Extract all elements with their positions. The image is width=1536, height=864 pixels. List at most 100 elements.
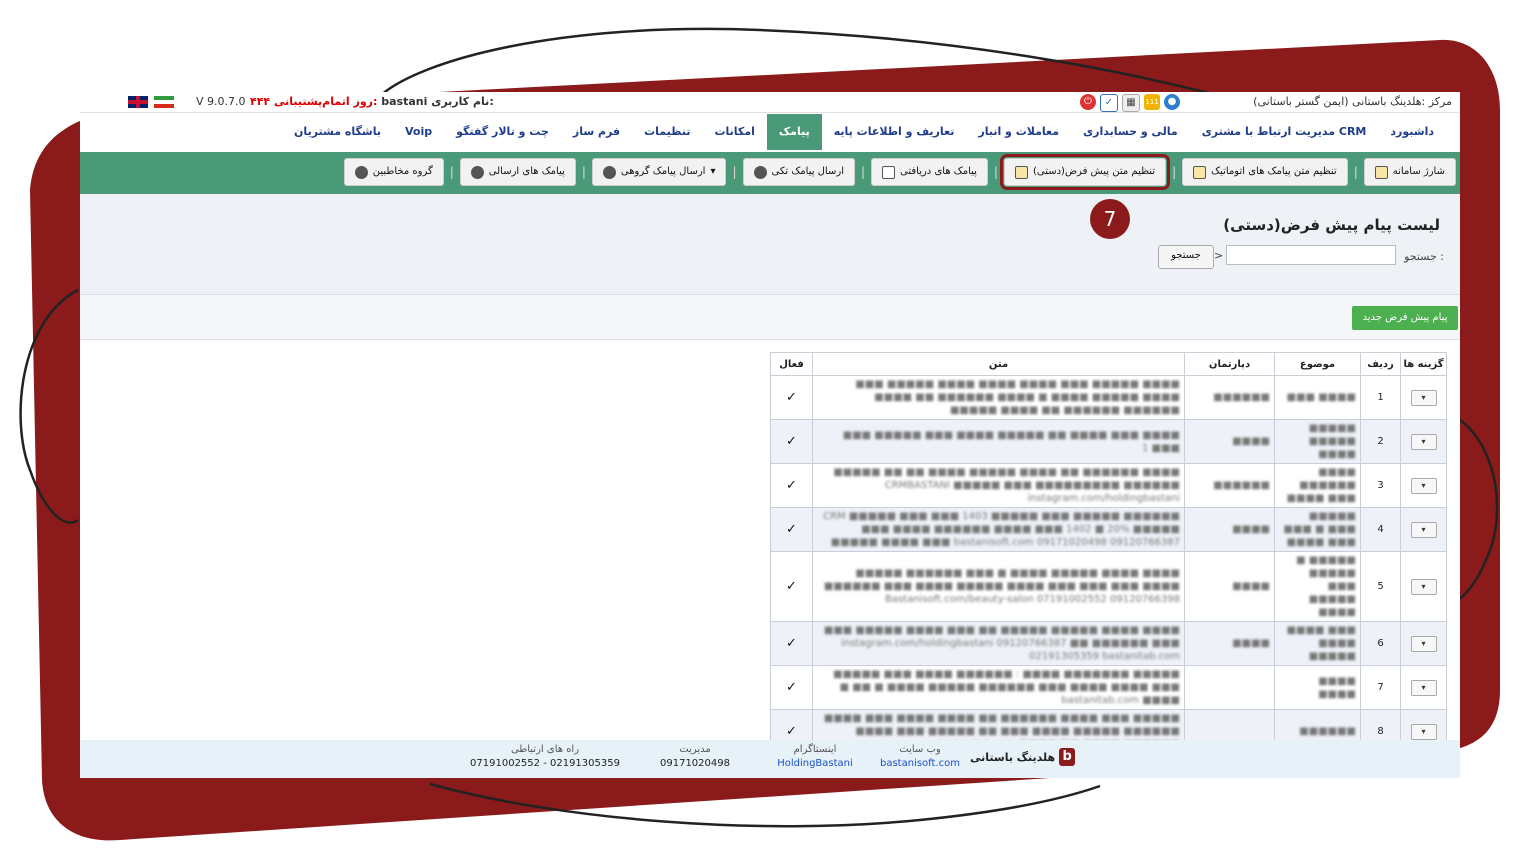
search-button[interactable]: جستجو: [1158, 245, 1214, 269]
row-department: ■■■■■■: [1184, 463, 1275, 508]
menu-basic-info[interactable]: تعاریف و اطلاعات پایه: [822, 114, 967, 150]
inbox-icon: [882, 165, 896, 179]
row-active-check: ✓: [770, 507, 813, 552]
row-options-dropdown[interactable]: ▾: [1410, 477, 1437, 494]
instagram-link[interactable]: HoldingBastani: [770, 758, 860, 769]
row-subject: ■■■■ ■■■■: [1274, 665, 1361, 710]
row-department: ■■■■: [1184, 507, 1275, 552]
separator: |: [449, 165, 454, 179]
main-menu: داشبورد مدیریت ارتباط با مشتری CRM مالی …: [80, 114, 1460, 150]
row-subject: ■■■■ ■■■: [1274, 375, 1361, 420]
username-label: نام کاربری:: [431, 95, 494, 108]
search-input[interactable]: [1226, 245, 1396, 265]
table-row: ▾ 7 ■■■■ ■■■■ ■■■■■ ■■■■■■■ ■■■■ : ■■■■■■ ■…: [770, 665, 1447, 710]
row-text: ■■■■ ■■■■ ■■■■■ ■■■■■ ■■ ■■■ ■■■■ ■■■■■ …: [812, 621, 1185, 666]
dropdown-caret-icon: ▾: [710, 166, 716, 177]
checklist-icon[interactable]: ✓: [1100, 94, 1118, 112]
menu-inventory[interactable]: معاملات و انبار: [966, 114, 1071, 150]
send-single-sms-label: ارسال پیامک تکی: [771, 166, 844, 177]
auto-sms-text-button[interactable]: تنظیم متن پیامک های اتوماتیک: [1182, 158, 1348, 186]
menu-chat[interactable]: چت و تالار گفتگو: [444, 114, 561, 150]
menu-dashboard[interactable]: داشبورد: [1378, 114, 1446, 150]
row-number: 2: [1360, 419, 1401, 464]
iran-flag-icon[interactable]: [154, 96, 174, 108]
menu-form-builder[interactable]: فرم ساز: [561, 114, 632, 150]
menu-voip[interactable]: Voip: [393, 114, 444, 150]
users-icon: [602, 165, 616, 179]
row-message-text: ■■■■ ■■■■■■ ■■ ■■■■ ■■■■■ ■■■■ ■■ ■■ ■■■…: [833, 467, 1180, 504]
row-active-check: ✓: [770, 463, 813, 508]
user-icon: [470, 165, 484, 179]
app-version: V 9.0.7.0: [196, 95, 246, 108]
contact-groups-button[interactable]: گروه مخاطبین: [343, 158, 444, 186]
footer-instagram: اینستاگرام HoldingBastani: [770, 744, 860, 769]
username: bastani: [381, 95, 428, 108]
row-subject-text: ■■■■■ ■■■ ■ ■■■ ■■■ ■■■■: [1283, 511, 1357, 548]
row-active-check: ✓: [770, 665, 813, 710]
row-message-text: ■■■■ ■■■■ ■■■■■ ■■■■■ ■■ ■■■ ■■■■ ■■■■■ …: [823, 625, 1180, 662]
row-options-dropdown[interactable]: ▾: [1410, 723, 1437, 740]
table-row: ▾ 3 ■■■■ ■■■■■■ ■■■ ■■■■ ■■■■■■ ■■■■ ■■■■■■ …: [770, 463, 1447, 508]
row-department: ■■■■: [1184, 621, 1275, 666]
management-label: مدیریت: [679, 744, 711, 755]
power-icon[interactable]: ⏻: [1080, 94, 1096, 110]
received-sms-button[interactable]: پیامک های دریافتی: [871, 158, 988, 186]
website-link[interactable]: bastanisoft.com: [880, 758, 960, 769]
table-row: ▾ 2 ■■■■■ ■■■■■ ■■■■ ■■■■ ■■■■ ■■■ ■■■■ ■■ ■…: [770, 419, 1447, 464]
menu-customer-club[interactable]: باشگاه مشتریان: [282, 114, 393, 150]
new-default-message-button[interactable]: پیام پیش فرض جدید: [1352, 306, 1458, 330]
action-band: [80, 295, 1460, 340]
sent-sms-button[interactable]: پیامک های ارسالی: [459, 158, 576, 186]
row-active-check: ✓: [770, 551, 813, 622]
row-department-text: ■■■■: [1232, 436, 1270, 447]
default-text-manual-button[interactable]: تنظیم متن پیش فرض(دستی): [999, 154, 1171, 190]
row-subject: ■■■■■ ■■■ ■ ■■■ ■■■ ■■■■: [1274, 507, 1361, 552]
row-subject-text: ■■■■■ ■ ■■■■■ ■■■ ■■■■■ ■■■■: [1296, 555, 1356, 618]
row-options-dropdown[interactable]: ▾: [1410, 389, 1437, 406]
row-text: ■■■■■■ ■■■■■ CRM ■■■■■ ■■■ ■■■ 1403 ■■■■…: [812, 507, 1185, 552]
row-subject-text: ■■■■ ■■■■■■ ■■■ ■■■■: [1286, 467, 1356, 504]
menu-crm[interactable]: مدیریت ارتباط با مشتری CRM: [1190, 114, 1379, 150]
row-active-check: ✓: [770, 419, 813, 464]
footer-management: مدیریت 09171020498: [650, 744, 740, 769]
row-number: 4: [1360, 507, 1401, 552]
row-department-text: ■■■■: [1232, 638, 1270, 649]
row-options-dropdown[interactable]: ▾: [1410, 635, 1437, 652]
row-options-dropdown[interactable]: ▾: [1410, 679, 1437, 696]
table-row: ▾ 1 ■■■■ ■■■ ■■■■■■ ■■■■ ■■■■■ ■■■ ■■■■ ■■■■…: [770, 375, 1447, 420]
footer-contact: راه های ارتباطی 07191002552 - 0219130535…: [460, 744, 630, 769]
row-subject-text: ■■■■ ■■■: [1286, 392, 1356, 403]
row-department-text: ■■■■■■: [1213, 392, 1270, 403]
contact-groups-label: گروه مخاطبین: [372, 166, 433, 177]
row-number: 3: [1360, 463, 1401, 508]
row-options-cell: ▾: [1400, 507, 1447, 552]
menu-features[interactable]: امکانات: [702, 114, 766, 150]
row-options-dropdown[interactable]: ▾: [1410, 578, 1437, 595]
chat-icon[interactable]: ●: [1164, 94, 1180, 110]
row-message-text: ■■■■ ■■■■ ■■■■■ ■■■■ ■ ■■■ ■■■■■■ ■■■■■ …: [823, 568, 1180, 605]
uk-flag-icon[interactable]: [128, 96, 148, 108]
bell-icon[interactable]: 111: [1144, 94, 1160, 110]
charge-system-button[interactable]: شارژ سامانه: [1363, 158, 1456, 186]
row-subject: ■■■■ ■■■■■■ ■■■ ■■■■: [1274, 463, 1361, 508]
row-department: ■■■■: [1184, 419, 1275, 464]
header-active: فعال: [770, 352, 813, 376]
row-options-dropdown[interactable]: ▾: [1410, 521, 1437, 538]
send-group-sms-button[interactable]: ارسال پیامک گروهی ▾: [591, 158, 727, 186]
header-subject: موضوع: [1274, 352, 1361, 376]
row-options-dropdown[interactable]: ▾: [1410, 433, 1437, 450]
contact-phones: 07191002552 - 02191305359: [470, 758, 620, 769]
send-single-sms-button[interactable]: ارسال پیامک تکی: [742, 158, 855, 186]
row-text: ■■■■ ■■■■■ ■■■ ■■■■ ■■■■ ■■■■ ■■■■■ ■■■ …: [812, 375, 1185, 420]
row-text: ■■■■ ■■■■■■ ■■ ■■■■ ■■■■■ ■■■■ ■■ ■■ ■■■…: [812, 463, 1185, 508]
calendar-icon[interactable]: ▦: [1122, 94, 1140, 112]
row-options-cell: ▾: [1400, 375, 1447, 420]
page-title: لیست پیام پیش فرض(دستی): [1223, 216, 1440, 234]
menu-settings[interactable]: تنظیمات: [632, 114, 702, 150]
row-text: ■■■■■ ■■■■■■■ ■■■■ : ■■■■■■ ■■■■ ■■■ ■■■…: [812, 665, 1185, 710]
row-message-text: ■■■■ ■■■■■ ■■■ ■■■■ ■■■■ ■■■■ ■■■■■ ■■■ …: [855, 379, 1180, 416]
menu-accounting[interactable]: مالی و حسابداری: [1071, 114, 1190, 150]
menu-sms[interactable]: پیامک: [766, 114, 822, 150]
table-header-row: گزینه ها ردیف موضوع دپارتمان متن فعال: [770, 352, 1447, 376]
row-number: 1: [1360, 375, 1401, 420]
